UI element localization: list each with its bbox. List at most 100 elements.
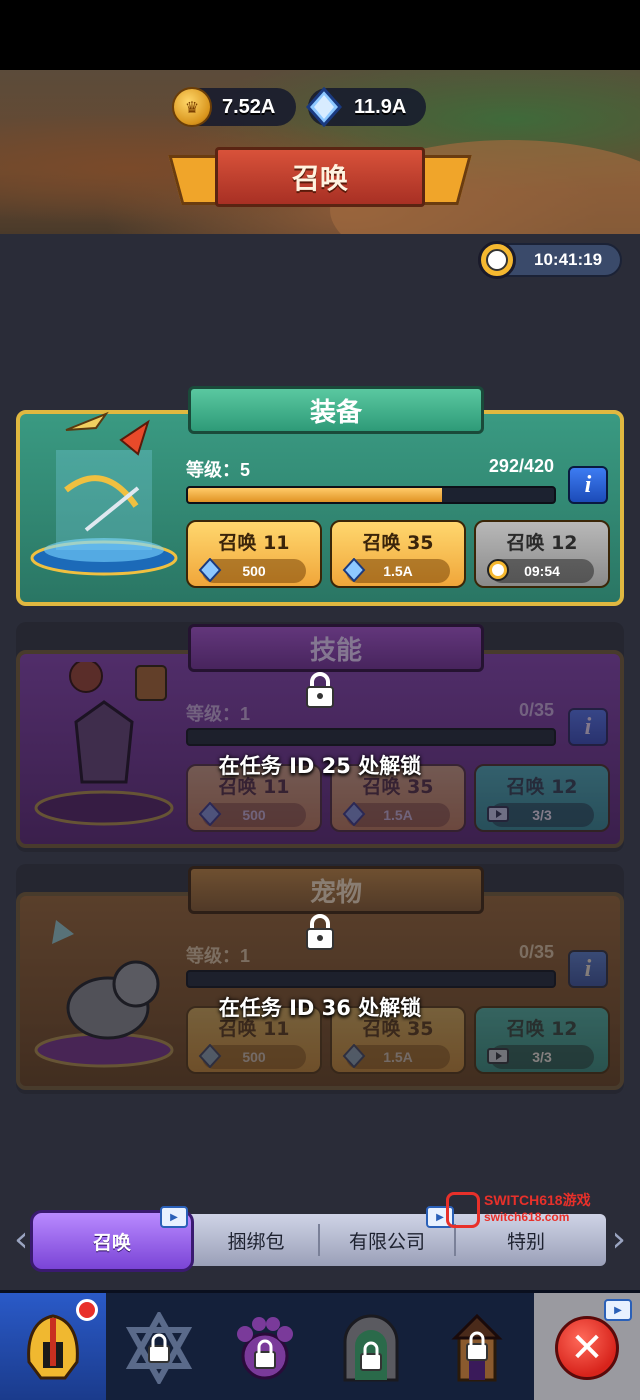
equipment-level-row: 等级：5 — [186, 456, 250, 482]
summon-cost-value: 1.5A — [383, 1049, 413, 1065]
pet-title: 宠物 — [309, 877, 362, 908]
gold-amount: 7.52A — [222, 95, 276, 118]
gold-currency[interactable]: ♛ 7.52A — [172, 87, 296, 127]
page-title-plate: 召唤 — [168, 145, 472, 209]
pet-tab: 宠物 — [188, 866, 484, 914]
gem-icon — [196, 1042, 224, 1070]
video-icon — [484, 1042, 512, 1070]
equipment-tab: 装备 — [188, 386, 484, 434]
tab-limited-company-label: 有限公司 — [348, 1230, 425, 1253]
nav-star-locked[interactable] — [106, 1293, 212, 1400]
gem-icon — [196, 556, 224, 584]
skill-info-button[interactable]: i — [568, 708, 608, 746]
pet-unlock-text: 在任务 ID 36 处解锁 — [218, 996, 422, 1020]
skill-summon-card: 技能 等级：1 0/35 i 召唤 11 500 召唤 35 1.5A 召唤 1… — [16, 622, 624, 852]
equipment-summon-12-button[interactable]: 召唤 12 09:54 — [474, 520, 610, 588]
summon-label: 召唤 35 — [362, 532, 434, 554]
summon-cost-value: 500 — [242, 807, 266, 823]
summon-cost-value: 3/3 — [532, 1049, 552, 1065]
gem-icon — [340, 1042, 368, 1070]
close-icon: ✕ — [555, 1316, 619, 1380]
summon-label: 召唤 12 — [506, 532, 578, 554]
pet-level-row: 等级：1 — [186, 942, 250, 968]
video-icon: ▶ — [160, 1206, 188, 1228]
nav-gate-locked[interactable] — [318, 1293, 424, 1400]
skill-progress-text: 0/35 — [518, 700, 554, 720]
equipment-progress-fill — [188, 488, 443, 502]
summon-cost: 3/3 — [487, 803, 594, 827]
gem-icon — [304, 87, 344, 127]
equipment-summon-35-button[interactable]: 召唤 35 1.5A — [330, 520, 466, 588]
clock-icon — [484, 556, 512, 584]
bottom-nav: ✕ ▶ — [0, 1290, 640, 1400]
nav-pet-locked[interactable] — [212, 1293, 318, 1400]
summon-cost: 1.5A — [342, 558, 450, 583]
refresh-timer: 10:41:19 — [478, 241, 622, 279]
skill-unlock-text: 在任务 ID 25 处解锁 — [218, 754, 422, 778]
summon-cost-value: 09:54 — [524, 563, 560, 579]
equipment-progress-bar — [186, 486, 556, 504]
skill-pedestal — [26, 659, 188, 832]
equipment-summon-11-button[interactable]: 召唤 11 500 — [186, 520, 322, 588]
pet-progress-bar — [186, 970, 556, 988]
equipment-level: 5 — [240, 460, 251, 480]
equipment-progress-text: 292/420 — [488, 456, 554, 476]
equipment-pedestal — [26, 410, 188, 580]
notification-dot — [76, 1299, 98, 1321]
paw-lock-icon — [237, 1317, 293, 1380]
skill-title: 技能 — [309, 635, 362, 666]
skill-level-label: 等级： — [186, 704, 240, 724]
nav-close[interactable]: ✕ ▶ — [534, 1293, 640, 1400]
summon-cost: 1.5A — [342, 802, 450, 827]
pet-pedestal — [26, 904, 188, 1074]
summon-label: 召唤 11 — [218, 532, 290, 554]
lock-icon — [306, 672, 334, 708]
nav-tower-locked[interactable] — [424, 1293, 530, 1400]
watermark-line1: SWITCH618游戏 — [484, 1192, 591, 1208]
skill-tab: 技能 — [188, 624, 484, 672]
skill-level-row: 等级：1 — [186, 700, 250, 726]
equipment-info-button[interactable]: i — [568, 466, 608, 504]
crown-coin-icon: ♛ — [172, 87, 212, 127]
status-bar — [0, 0, 640, 70]
chevron-left-icon[interactable]: ‹ — [14, 1218, 28, 1262]
watermark: SWITCH618游戏 switch618.com — [446, 1188, 632, 1232]
summon-cost: 500 — [198, 1044, 306, 1069]
gem-currency[interactable]: 11.9A — [305, 87, 426, 127]
summon-cost: 3/3 — [487, 1045, 594, 1069]
pet-level-label: 等级： — [186, 946, 240, 966]
equipment-summon-card: 装备 等级：5 292/420 i 召唤 11 500 召唤 35 1.5A 召… — [16, 382, 624, 610]
gem-icon — [340, 800, 368, 828]
video-icon — [484, 800, 512, 828]
equipment-level-label: 等级： — [186, 460, 240, 480]
timer-value: 10:41:19 — [534, 250, 603, 269]
tab-bundle[interactable]: 捆绑包 — [194, 1214, 318, 1266]
helmet-icon — [27, 1314, 79, 1380]
summon-cost-value: 1.5A — [383, 563, 413, 579]
gem-amount: 11.9A — [354, 95, 407, 118]
summon-cost-value: 3/3 — [532, 807, 552, 823]
equipment-title: 装备 — [309, 397, 362, 428]
page-title-body: 召唤 — [215, 147, 425, 207]
tab-summon-label: 召唤 — [92, 1231, 131, 1254]
pet-level: 1 — [240, 946, 251, 966]
summon-cost: 500 — [198, 802, 306, 827]
summon-cost-value: 1.5A — [383, 807, 413, 823]
summon-cost: 500 — [198, 558, 306, 583]
summon-cost: 09:54 — [487, 559, 594, 583]
summon-cost-value: 500 — [242, 1049, 266, 1065]
tab-bundle-label: 捆绑包 — [227, 1230, 285, 1253]
gem-icon — [196, 800, 224, 828]
clock-icon — [478, 241, 516, 279]
lock-icon — [306, 914, 334, 950]
gem-icon — [340, 556, 368, 584]
watermark-line2: switch618.com — [484, 1210, 570, 1224]
pet-info-button[interactable]: i — [568, 950, 608, 988]
nav-heroes[interactable] — [0, 1293, 106, 1400]
video-icon: ▶ — [604, 1299, 632, 1321]
summon-cost: 1.5A — [342, 1044, 450, 1069]
page-title: 召唤 — [291, 162, 348, 195]
summon-cost-value: 500 — [242, 563, 266, 579]
switch-logo-icon — [446, 1192, 480, 1228]
gate-lock-icon — [343, 1314, 399, 1382]
